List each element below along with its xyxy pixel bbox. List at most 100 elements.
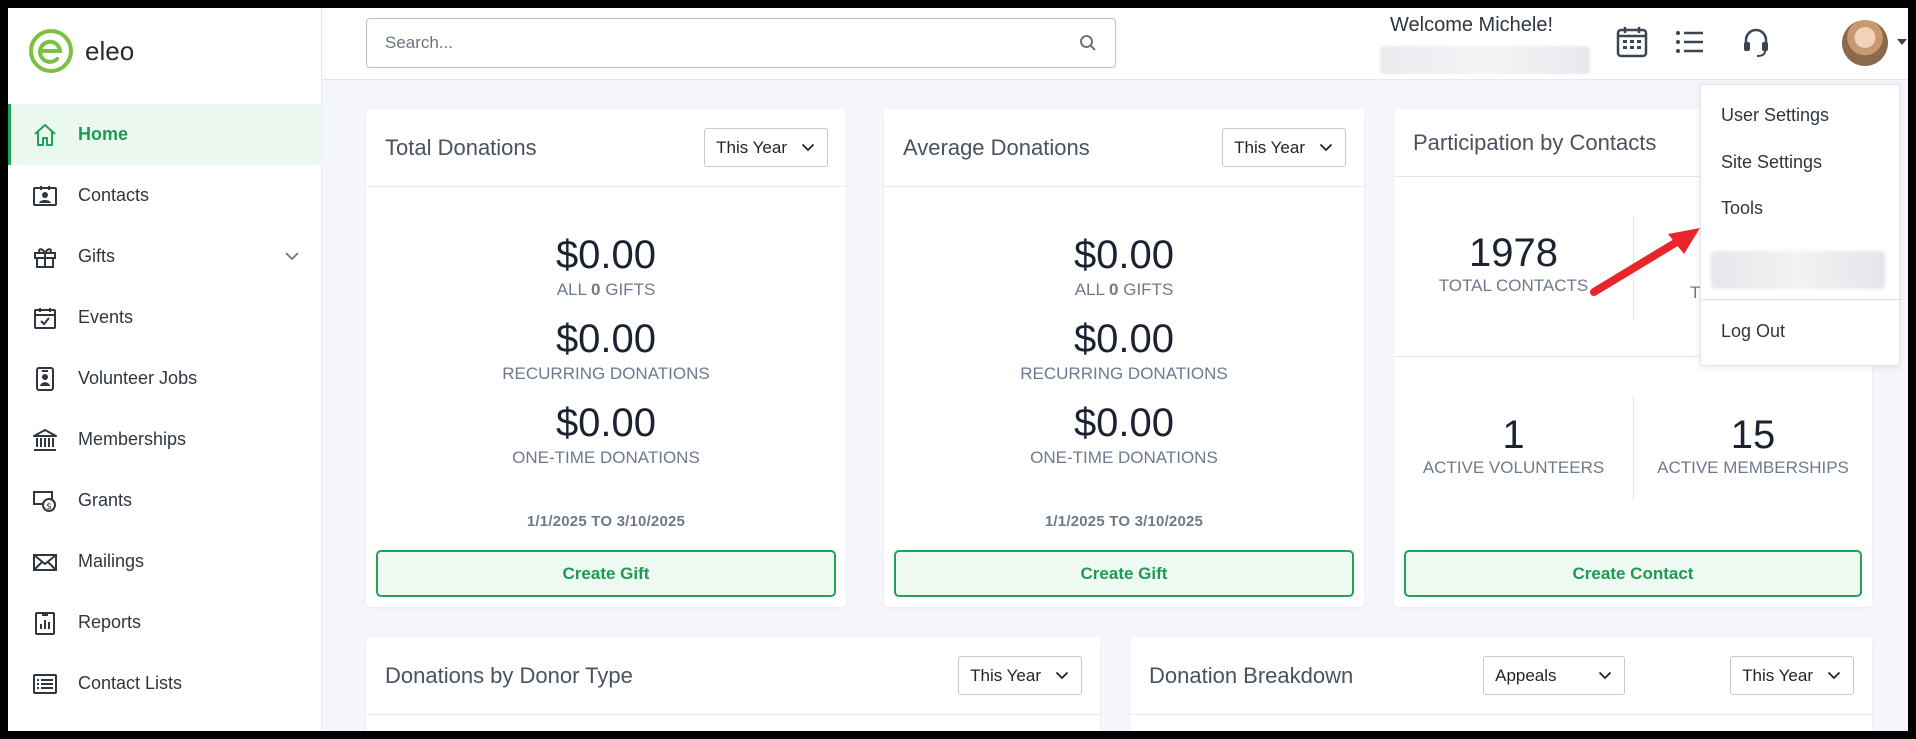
period-select[interactable]: This Year [704, 128, 828, 167]
caret-down-icon[interactable] [1896, 38, 1908, 46]
period-select[interactable]: This Year [1222, 128, 1346, 167]
breakdown-group-select[interactable]: Appeals [1483, 656, 1626, 695]
search-box [366, 18, 1116, 68]
sidebar-item-reports[interactable]: Reports [8, 592, 322, 653]
period-select-value: This Year [970, 665, 1041, 685]
all-gifts-amount: $0.00 [1073, 233, 1175, 277]
gift-icon [30, 242, 60, 272]
sidebar-nav: Home Contacts Gifts Events Volunteer Job… [8, 104, 322, 714]
redacted-org-name [1380, 46, 1590, 74]
sidebar-item-home[interactable]: Home [8, 104, 322, 165]
create-contact-button[interactable]: Create Contact [1404, 550, 1862, 597]
logo[interactable]: eleo [29, 29, 134, 73]
sidebar-item-label: Grants [78, 490, 133, 510]
avatar[interactable] [1842, 20, 1888, 66]
sidebar-item-label: Memberships [78, 429, 187, 449]
one-time-label: ONE-TIME DONATIONS [512, 448, 700, 467]
sidebar-item-contact-lists[interactable]: Contact Lists [8, 653, 322, 714]
sidebar: eleo Home Contacts Gifts Events Voluntee… [8, 8, 322, 731]
card-title: Donations by Donor Type [385, 662, 633, 688]
svg-text:$: $ [46, 502, 52, 512]
one-time-label: ONE-TIME DONATIONS [1030, 448, 1218, 467]
chevron-down-icon [1319, 143, 1333, 152]
sidebar-item-contacts[interactable]: Contacts [8, 165, 322, 226]
contacts-card-icon [30, 181, 60, 211]
app-window: eleo Home Contacts Gifts Events Voluntee… [8, 8, 1908, 731]
create-gift-button[interactable]: Create Gift [894, 550, 1354, 597]
sidebar-item-label: Contacts [78, 185, 150, 205]
active-memberships-label: ACTIVE MEMBERSHIPS [1657, 458, 1849, 477]
active-memberships-value: 15 [1730, 413, 1776, 457]
period-select[interactable]: This Year [958, 656, 1082, 695]
chevron-down-icon[interactable] [284, 248, 300, 266]
total-donations-card: Total Donations This Year $0.00 ALL 0 GI… [366, 109, 846, 607]
donor-type-card: Donations by Donor Type This Year [366, 637, 1100, 731]
sidebar-item-label: Volunteer Jobs [78, 368, 198, 388]
group-select-value: Appeals [1495, 665, 1557, 685]
recurring-label: RECURRING DONATIONS [1020, 364, 1228, 383]
recurring-amount: $0.00 [555, 317, 657, 361]
home-icon [30, 120, 60, 150]
annotation-arrow-icon [1590, 228, 1700, 296]
money-icon: $ [30, 486, 60, 516]
recurring-amount: $0.00 [1073, 317, 1175, 361]
sidebar-item-label: Events [78, 307, 134, 327]
create-gift-button[interactable]: Create Gift [376, 550, 836, 597]
sidebar-item-grants[interactable]: $ Grants [8, 470, 322, 531]
one-time-amount: $0.00 [1073, 401, 1175, 445]
eleo-logo-icon [29, 29, 73, 73]
sidebar-item-mailings[interactable]: Mailings [8, 531, 322, 592]
average-donations-card: Average Donations This Year $0.00 ALL 0 … [884, 109, 1364, 607]
all-gifts-label: ALL 0 GIFTS [556, 280, 656, 299]
sidebar-item-gifts[interactable]: Gifts [8, 226, 322, 287]
sidebar-item-label: Gifts [78, 246, 116, 266]
period-select-value: This Year [716, 137, 787, 157]
sidebar-item-label: Reports [78, 612, 142, 632]
card-title: Average Donations [903, 134, 1090, 160]
one-time-amount: $0.00 [555, 401, 657, 445]
logo-text: eleo [85, 35, 135, 66]
sidebar-item-label: Contact Lists [78, 673, 183, 693]
redacted-menu-item [1711, 251, 1885, 289]
card-title: Donation Breakdown [1149, 662, 1354, 688]
date-range: 1/1/2025 TO 3/10/2025 [526, 513, 686, 530]
card-title: Total Donations [385, 134, 537, 160]
date-range: 1/1/2025 TO 3/10/2025 [1044, 513, 1204, 530]
list-icon[interactable] [1670, 22, 1710, 62]
menu-divider [1701, 299, 1901, 300]
calendar-check-icon [30, 303, 60, 333]
user-menu: User Settings Site Settings Tools Log Ou… [1700, 84, 1901, 366]
period-select[interactable]: This Year [1730, 656, 1854, 695]
list-icon [30, 669, 60, 699]
report-chart-icon [30, 608, 60, 638]
search-input[interactable] [385, 33, 1079, 53]
chevron-down-icon [801, 143, 815, 152]
card-title: Participation by Contacts [1413, 129, 1657, 155]
sidebar-item-volunteer-jobs[interactable]: Volunteer Jobs [8, 348, 322, 409]
sidebar-item-label: Mailings [78, 551, 145, 571]
period-select-value: This Year [1234, 137, 1305, 157]
menu-item-log-out[interactable]: Log Out [1721, 321, 1785, 342]
headset-icon[interactable] [1736, 22, 1776, 62]
sidebar-item-events[interactable]: Events [8, 287, 322, 348]
sidebar-item-memberships[interactable]: Memberships [8, 409, 322, 470]
chevron-down-icon [1598, 671, 1612, 680]
menu-item-tools[interactable]: Tools [1721, 198, 1763, 219]
chevron-down-icon [1827, 671, 1841, 680]
donation-breakdown-card: Donation Breakdown Appeals This Year [1130, 637, 1872, 731]
period-select-value: This Year [1742, 665, 1813, 685]
sidebar-item-label: Home [78, 124, 129, 144]
participation-row-bottom: 1 ACTIVE VOLUNTEERS 15 ACTIVE MEMBERSHIP… [1394, 357, 1872, 509]
top-header: Welcome Michele! [322, 8, 1908, 80]
search-icon[interactable] [1079, 34, 1097, 52]
institution-icon [30, 425, 60, 455]
recurring-label: RECURRING DONATIONS [502, 364, 710, 383]
menu-item-site-settings[interactable]: Site Settings [1721, 152, 1822, 173]
menu-item-user-settings[interactable]: User Settings [1721, 105, 1829, 126]
chevron-down-icon [1055, 671, 1069, 680]
badge-icon [30, 364, 60, 394]
calendar-grid-icon[interactable] [1612, 22, 1652, 62]
welcome-text: Welcome Michele! [1390, 14, 1554, 36]
all-gifts-label: ALL 0 GIFTS [1074, 280, 1174, 299]
active-volunteers-label: ACTIVE VOLUNTEERS [1422, 458, 1605, 477]
